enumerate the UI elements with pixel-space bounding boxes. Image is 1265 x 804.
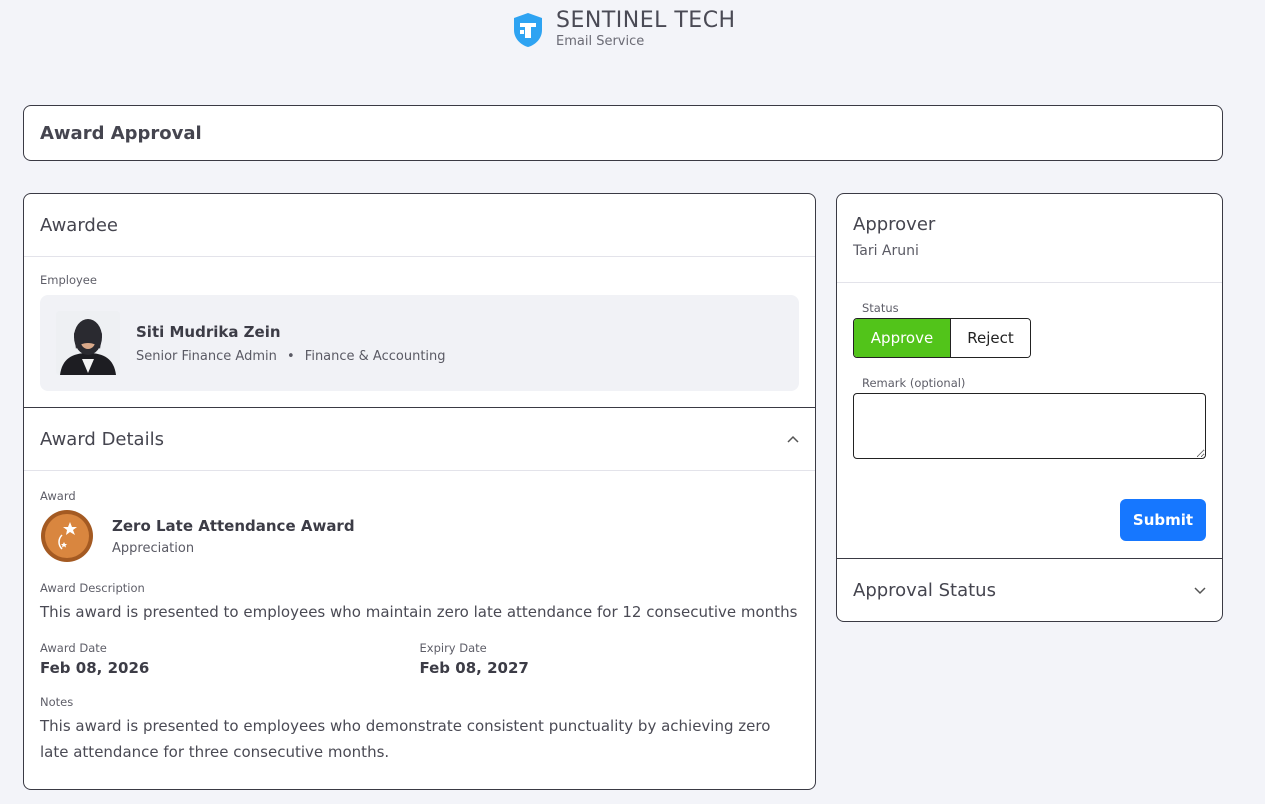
awardee-title: Awardee <box>40 214 118 236</box>
award-date: Feb 08, 2026 <box>40 659 150 677</box>
award-details-title: Award Details <box>40 428 164 450</box>
award-date-label: Award Date <box>40 641 107 655</box>
notes: This award is presented to employees who… <box>40 717 771 761</box>
award-description-field: Award Description This award is presente… <box>40 581 799 625</box>
page-title: Award Approval <box>40 122 202 144</box>
expiry-date-field: Expiry Date Feb 08, 2027 <box>420 641 800 677</box>
award-description: This award is presented to employees who… <box>40 603 798 621</box>
employee-label: Employee <box>40 273 97 287</box>
employee-meta: Senior Finance Admin • Finance & Account… <box>136 349 446 364</box>
status-toggle: Approve Reject <box>853 318 1031 358</box>
awardee-header: Awardee <box>24 194 815 257</box>
approval-status-title: Approval Status <box>853 580 996 601</box>
award-label: Award <box>40 489 76 503</box>
award-details-body: Award Zero Late Attendance Award Appreci… <box>24 471 815 779</box>
employee-position: Senior Finance Admin <box>136 348 277 364</box>
status-label: Status <box>862 301 899 315</box>
reject-button[interactable]: Reject <box>950 319 1030 357</box>
chevron-down-icon[interactable] <box>1194 586 1206 595</box>
approve-button[interactable]: Approve <box>854 319 950 357</box>
chevron-up-icon[interactable] <box>787 435 799 443</box>
expiry-date: Feb 08, 2027 <box>419 659 529 677</box>
award-name: Zero Late Attendance Award <box>112 516 355 535</box>
submit-button[interactable]: Submit <box>1120 499 1206 541</box>
shield-icon <box>514 13 542 47</box>
approver-title: Approver <box>853 214 936 235</box>
approver-header: Approver Tari Aruni <box>837 194 1222 283</box>
remark-label: Remark (optional) <box>862 376 966 390</box>
approval-form: Status Approve Reject Remark (optional) … <box>837 283 1222 558</box>
brand-name: SENTINEL TECH <box>556 8 736 33</box>
approver-card: Approver Tari Aruni Status Approve Rejec… <box>836 193 1223 622</box>
award-row: Zero Late Attendance Award Appreciation <box>40 509 799 563</box>
page-title-card: Award Approval <box>23 105 1223 161</box>
approval-status-header[interactable]: Approval Status <box>837 558 1222 621</box>
meta-separator: • <box>286 348 295 364</box>
award-description-label: Award Description <box>40 581 145 595</box>
dates-row: Award Date Feb 08, 2026 Expiry Date Feb … <box>40 641 799 677</box>
medal-icon <box>41 510 93 562</box>
employee-department: Finance & Accounting <box>304 348 446 364</box>
expiry-date-label: Expiry Date <box>419 641 487 655</box>
avatar <box>56 311 120 375</box>
awardee-card: Awardee Employee Siti Mudrika Zein Senio… <box>23 193 816 790</box>
brand-header: SENTINEL TECH Email Service <box>512 8 736 50</box>
employee-section: Employee Siti Mudrika Zein Senior Financ… <box>24 257 815 407</box>
employee-box: Siti Mudrika Zein Senior Finance Admin •… <box>40 295 799 391</box>
award-date-field: Award Date Feb 08, 2026 <box>40 641 420 677</box>
approver-name: Tari Aruni <box>853 243 919 259</box>
remark-input[interactable] <box>853 393 1206 459</box>
award-details-header[interactable]: Award Details <box>24 408 815 471</box>
award-type: Appreciation <box>112 540 195 556</box>
avatar-photo <box>56 311 120 375</box>
notes-field: Notes This award is presented to employe… <box>40 695 799 765</box>
notes-label: Notes <box>40 695 74 709</box>
brand-subtitle: Email Service <box>556 34 645 49</box>
employee-name: Siti Mudrika Zein <box>136 322 281 341</box>
